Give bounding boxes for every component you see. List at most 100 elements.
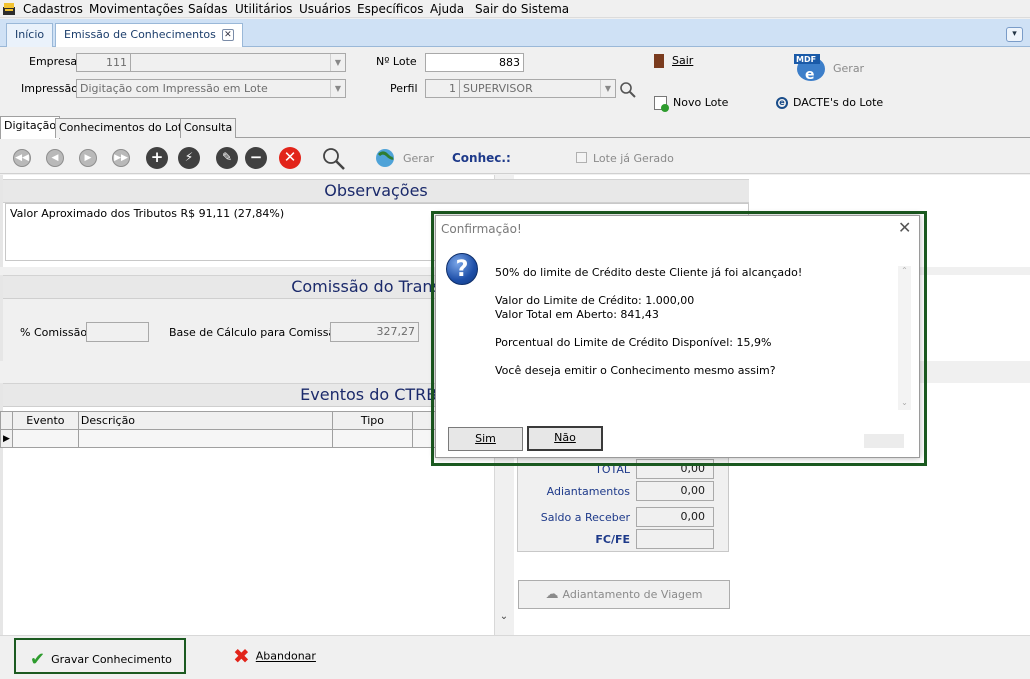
chevron-down-icon[interactable]: ▼ xyxy=(330,80,345,97)
tab-consulta[interactable]: Consulta xyxy=(180,118,237,138)
dactes-label: DACTE's do Lote xyxy=(793,96,884,109)
dialog-status-area xyxy=(864,434,904,448)
mdfe-logo-text: MDF xyxy=(796,55,816,64)
lightning-icon[interactable]: ⚡ xyxy=(178,147,200,169)
table-row[interactable]: ▶ xyxy=(0,429,495,448)
sair-label: Sair xyxy=(672,54,694,67)
scroll-down-icon[interactable]: ⌄ xyxy=(494,611,514,631)
remove-icon[interactable]: − xyxy=(245,147,267,169)
tab-inicio[interactable]: Início xyxy=(6,23,54,47)
fcfe-value xyxy=(636,529,714,549)
bottom-action-bar: ✔ Gravar Conhecimento ✖ Abandonar xyxy=(0,635,1030,679)
gerar-mdfe-button[interactable]: Gerar xyxy=(833,62,864,75)
dialog-title: Confirmação! xyxy=(441,222,522,236)
saldo-receber-value: 0,00 xyxy=(636,507,714,527)
base-calculo-label: Base de Cálculo para Comissão xyxy=(169,326,342,339)
dialog-scrollbar[interactable]: ⌃ ⌄ xyxy=(898,266,911,410)
menu-utilitarios[interactable]: Utilitários xyxy=(235,1,292,17)
edit-pencil-icon[interactable]: ✎ xyxy=(216,147,238,169)
fcfe-label: FC/FE xyxy=(595,533,630,546)
adiantamento-viagem-button[interactable]: ☁ Adiantamento de Viagem xyxy=(518,580,730,609)
tab-emissao-conhecimentos[interactable]: Emissão de Conhecimentos ✕ xyxy=(55,23,243,47)
nao-button[interactable]: Não xyxy=(527,426,603,451)
close-icon: ✖ xyxy=(233,644,250,668)
scroll-down-icon[interactable]: ⌄ xyxy=(898,398,911,410)
cancel-icon[interactable]: ✕ xyxy=(279,147,301,169)
search-icon[interactable] xyxy=(619,81,637,99)
menu-sair-sistema[interactable]: Sair do Sistema xyxy=(475,1,569,17)
dialog-line-1: 50% do limite de Crédito deste Cliente j… xyxy=(495,266,803,279)
tab-inicio-label: Início xyxy=(15,28,45,41)
first-record-icon[interactable]: ◀◀ xyxy=(13,149,31,167)
col-descricao[interactable]: Descrição xyxy=(77,411,333,430)
chevron-down-icon[interactable]: ▾ xyxy=(1006,27,1023,42)
perfil-code-field[interactable]: 1 xyxy=(425,79,460,98)
perfil-select[interactable]: SUPERVISOR ▼ xyxy=(459,79,616,98)
novo-lote-button[interactable]: Novo Lote xyxy=(654,96,728,112)
impressao-select[interactable]: Digitação com Impressão em Lote ▼ xyxy=(76,79,346,98)
menu-usuarios[interactable]: Usuários xyxy=(299,1,351,17)
tab-digitacao[interactable]: Digitação xyxy=(0,116,61,139)
menu-saidas[interactable]: Saídas xyxy=(188,1,228,17)
door-exit-icon xyxy=(654,54,664,68)
menu-especificos[interactable]: Específicos xyxy=(357,1,424,17)
dialog-line-5: Você deseja emitir o Conhecimento mesmo … xyxy=(495,364,776,377)
chevron-down-icon[interactable]: ▼ xyxy=(330,54,345,71)
perfil-value: SUPERVISOR xyxy=(463,82,533,95)
gerar-toolbar-button[interactable]: Gerar xyxy=(403,152,434,165)
sim-button[interactable]: Sim xyxy=(448,427,523,451)
saldo-receber-label: Saldo a Receber xyxy=(540,511,630,524)
gravar-label: Gravar Conhecimento xyxy=(51,653,172,666)
checkmark-icon: ✔ xyxy=(30,649,46,670)
adiantamento-viagem-label: Adiantamento de Viagem xyxy=(562,588,703,601)
sim-label: Sim xyxy=(475,432,496,445)
app-logo-icon xyxy=(2,2,16,16)
adiantamentos-value: 0,00 xyxy=(636,481,714,501)
gerar-earth-icon xyxy=(373,146,397,170)
perfil-label: Perfil xyxy=(390,82,418,95)
chevron-down-icon[interactable]: ▼ xyxy=(600,80,615,97)
close-tab-icon[interactable]: ✕ xyxy=(221,29,234,41)
previous-record-icon[interactable]: ◀ xyxy=(46,149,64,167)
impressao-label: Impressão xyxy=(21,82,78,95)
abandonar-button[interactable]: ✖ Abandonar xyxy=(233,644,316,668)
row-pointer-icon: ▶ xyxy=(0,429,13,448)
base-calculo-field[interactable]: 327,27 xyxy=(330,322,419,342)
subtab-strip: Digitação Conhecimentos do Lote Consulta xyxy=(0,116,1030,139)
confirmation-dialog: Confirmação! ✕ ? 50% do limite de Crédit… xyxy=(435,215,920,458)
menu-bar: Cadastros Movimentações Saídas Utilitári… xyxy=(0,0,1030,18)
add-icon[interactable]: + xyxy=(146,147,168,169)
empresa-label: Empresa xyxy=(29,55,78,68)
col-tipo[interactable]: Tipo xyxy=(331,411,413,430)
lote-gerado-checkbox[interactable] xyxy=(576,152,587,163)
lote-label: Nº Lote xyxy=(376,55,417,68)
scroll-up-icon[interactable]: ⌃ xyxy=(898,266,911,278)
svg-text:e: e xyxy=(805,67,815,83)
page-tab-strip: Início Emissão de Conhecimentos ✕ ▾ xyxy=(0,19,1030,47)
close-icon[interactable]: ✕ xyxy=(898,220,911,236)
comissao-pct-field[interactable] xyxy=(86,322,149,342)
last-record-icon[interactable]: ▶▶ xyxy=(112,149,130,167)
next-record-icon[interactable]: ▶ xyxy=(79,149,97,167)
zoom-search-icon[interactable] xyxy=(322,147,346,171)
eventos-table: Evento Descrição Tipo V ▶ xyxy=(0,411,495,448)
observacoes-header: Observações xyxy=(3,179,749,203)
empresa-select[interactable]: ▼ xyxy=(130,53,346,72)
tab-conhecimentos-lote[interactable]: Conhecimentos do Lote xyxy=(55,118,193,138)
lote-number-field[interactable]: 883 xyxy=(425,53,524,72)
menu-movimentacoes[interactable]: Movimentações xyxy=(89,1,183,17)
menu-cadastros[interactable]: Cadastros xyxy=(23,1,83,17)
dialog-line-2: Valor do Limite de Crédito: 1.000,00 xyxy=(495,294,695,307)
tab-emissao-label: Emissão de Conhecimentos xyxy=(64,28,216,41)
mdfe-logo-icon: MDF e xyxy=(793,53,829,83)
col-evento[interactable]: Evento xyxy=(11,411,79,430)
cloud-icon: ☁ xyxy=(545,587,559,602)
new-document-icon xyxy=(654,96,669,112)
sair-button[interactable]: Sair xyxy=(654,54,693,68)
adiantamentos-label: Adiantamentos xyxy=(546,485,630,498)
dactes-lote-button[interactable]: e DACTE's do Lote xyxy=(776,96,883,109)
menu-ajuda[interactable]: Ajuda xyxy=(430,1,464,17)
empresa-code-field[interactable]: 111 xyxy=(76,53,131,72)
gravar-conhecimento-button[interactable]: ✔ Gravar Conhecimento xyxy=(14,638,186,674)
record-toolbar: ◀◀ ◀ ▶ ▶▶ + ⚡ ✎ − ✕ Gerar Conhec.: Lote … xyxy=(0,142,1030,174)
